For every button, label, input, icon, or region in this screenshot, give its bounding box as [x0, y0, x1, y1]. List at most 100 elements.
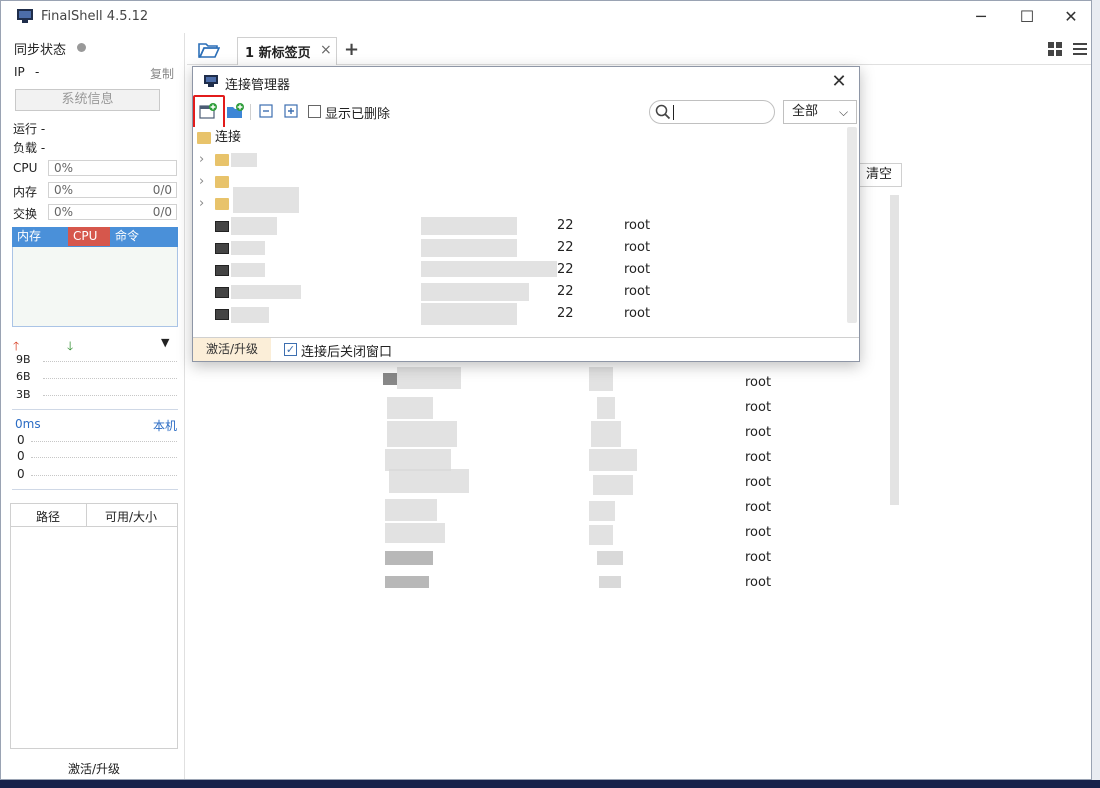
title-bar: FinalShell 4.5.12 ─ ☐ ✕: [1, 1, 1091, 33]
gridline: [43, 378, 177, 379]
gridline: [43, 395, 177, 396]
blurred-host: [589, 525, 613, 545]
swap-value: 0%: [54, 205, 74, 219]
connection-row[interactable]: 22 root: [193, 303, 843, 325]
filter-select[interactable]: 全部 ⌵: [783, 100, 857, 124]
blurred-name: [231, 307, 269, 323]
blurred-name: [233, 187, 299, 213]
connection-row[interactable]: 22 root: [193, 237, 843, 259]
desktop-edge: [1092, 0, 1100, 788]
swap-meter: 0% 0/0: [48, 204, 177, 220]
latency-row: 0: [17, 449, 25, 463]
search-input[interactable]: [649, 100, 775, 124]
cpu-label: CPU: [13, 161, 38, 175]
tab-memory[interactable]: 内存: [12, 227, 68, 246]
dropdown-arrow-icon[interactable]: ▼: [161, 336, 169, 349]
folder-icon: [215, 176, 229, 188]
col-path[interactable]: 路径: [36, 508, 60, 525]
port-cell: 22: [557, 262, 574, 277]
expand-all-icon[interactable]: [282, 103, 300, 119]
running-label: 运行 -: [13, 122, 46, 136]
sync-status-dot: [77, 43, 86, 52]
user-cell: root: [745, 425, 772, 440]
new-folder-icon[interactable]: [226, 103, 244, 119]
user-cell: root: [745, 400, 772, 415]
window-title: FinalShell 4.5.12: [41, 9, 149, 24]
blurred-host: [421, 303, 517, 325]
system-info-button[interactable]: 系统信息: [15, 89, 160, 111]
activate-link[interactable]: 激活/升级: [68, 760, 120, 777]
close-button[interactable]: ✕: [1048, 1, 1094, 33]
blurred-name: [385, 551, 433, 565]
show-deleted-label: 显示已删除: [325, 107, 391, 122]
blurred-name: [387, 397, 433, 419]
ip-label: IP: [14, 65, 25, 79]
tab-command[interactable]: 命令: [110, 227, 178, 246]
app-icon: [17, 9, 33, 23]
cpu-value: 0%: [54, 161, 74, 175]
copy-button[interactable]: 复制: [150, 65, 174, 82]
terminal-icon: [215, 309, 229, 320]
close-after-connect-checkbox[interactable]: ✓: [284, 343, 297, 356]
collapse-all-icon[interactable]: [257, 103, 275, 119]
tab-cpu[interactable]: CPU: [68, 227, 110, 246]
activate-button[interactable]: 激活/升级: [193, 338, 271, 361]
connection-tree: 连接 › › › 22 root 22 root 22 root 22 root…: [193, 127, 859, 337]
list-view-icon[interactable]: [1072, 41, 1088, 57]
tree-folder[interactable]: ›: [193, 149, 843, 171]
add-tab-button[interactable]: +: [344, 39, 359, 60]
connection-row[interactable]: 22 root: [193, 259, 843, 281]
blurred-host: [421, 261, 557, 277]
blurred-host: [591, 421, 621, 447]
cpu-meter: 0%: [48, 160, 177, 176]
clear-button[interactable]: 清空: [856, 163, 902, 187]
process-tabs: 内存 CPU 命令: [12, 227, 178, 247]
tree-root[interactable]: 连接: [193, 127, 843, 149]
blurred-host: [593, 475, 633, 495]
memory-meter: 0% 0/0: [48, 182, 177, 198]
gridline: [31, 457, 177, 458]
blurred-host: [599, 576, 621, 588]
tree-folder[interactable]: ›: [193, 187, 843, 215]
user-cell: root: [624, 306, 651, 321]
user-cell: root: [624, 262, 651, 277]
tab-close-icon[interactable]: ×: [320, 42, 332, 58]
blurred-name: [385, 523, 445, 543]
app-icon: [204, 75, 218, 87]
user-cell: root: [745, 475, 772, 490]
show-deleted-checkbox[interactable]: [308, 105, 321, 118]
search-icon: [655, 104, 671, 120]
blurred-host: [421, 283, 529, 301]
dialog-close-button[interactable]: ✕: [825, 70, 853, 94]
download-arrow-icon: 🡓: [67, 339, 74, 353]
col-available[interactable]: 可用/大小: [105, 508, 157, 525]
blurred-name: [231, 285, 301, 299]
tree-scrollbar[interactable]: [847, 127, 857, 323]
minimize-button[interactable]: ─: [958, 1, 1004, 33]
folder-icon: [215, 198, 229, 210]
folder-open-icon[interactable]: [198, 41, 220, 59]
maximize-button[interactable]: ☐: [1004, 1, 1050, 33]
blurred-host: [597, 551, 623, 565]
ip-value: -: [35, 65, 40, 79]
terminal-icon: [383, 373, 397, 385]
disk-table: [10, 503, 178, 749]
blurred-host: [421, 217, 517, 235]
highlight-box: [193, 95, 225, 129]
tab-new[interactable]: 1 新标签页 ×: [237, 37, 337, 65]
gridline: [31, 475, 177, 476]
bg-scrollbar[interactable]: [890, 195, 899, 505]
user-cell: root: [745, 525, 772, 540]
blurred-name: [385, 449, 451, 471]
blurred-name: [231, 241, 265, 255]
divider: [12, 409, 178, 410]
blurred-name: [385, 576, 429, 588]
root-folder-label: 连接: [215, 130, 242, 145]
port-cell: 22: [557, 284, 574, 299]
grid-view-icon[interactable]: [1047, 41, 1063, 57]
user-cell: root: [745, 575, 772, 590]
connection-row[interactable]: 22 root: [193, 215, 843, 237]
blurred-name: [231, 217, 277, 235]
blurred-name: [397, 367, 461, 389]
connection-row[interactable]: 22 root: [193, 281, 843, 303]
